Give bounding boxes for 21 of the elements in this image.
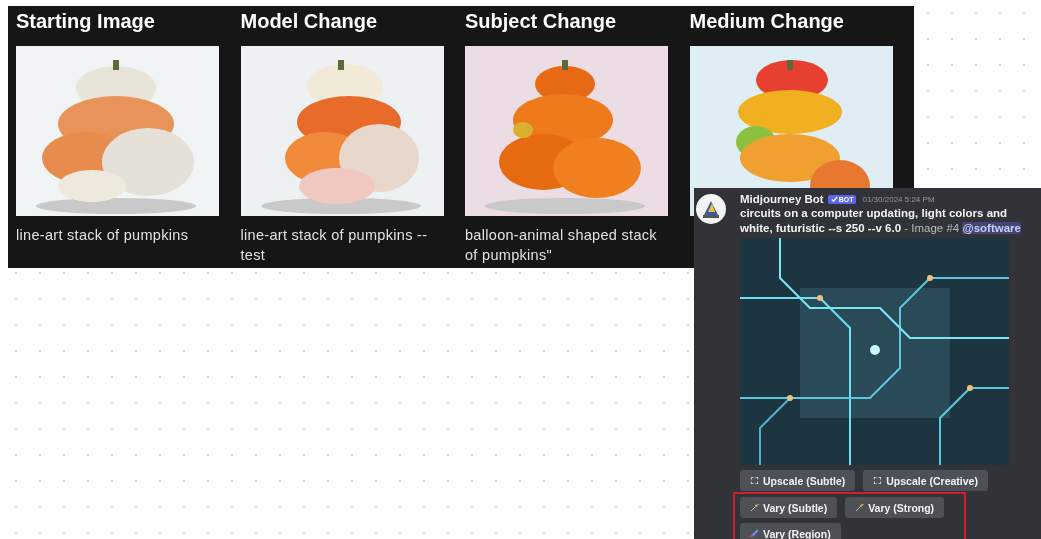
column-title: Subject Change xyxy=(465,10,618,34)
magic-wand-icon xyxy=(750,503,759,512)
action-button[interactable]: Vary (Strong) xyxy=(845,497,945,518)
image-caption: balloon-animal shaped stack of pumpkins" xyxy=(465,226,658,265)
brush-icon xyxy=(750,529,759,538)
expand-icon xyxy=(750,476,759,485)
column-title: Medium Change xyxy=(689,10,845,34)
action-button[interactable]: Upscale (Creative) xyxy=(863,470,988,491)
author-name[interactable]: Midjourney Bot xyxy=(740,193,824,205)
image-caption: line-art stack of pumpkins --test xyxy=(240,226,429,265)
action-button[interactable]: Vary (Subtle) xyxy=(740,497,838,518)
action-button[interactable]: Upscale (Subtle) xyxy=(740,470,856,491)
magic-wand-icon xyxy=(855,503,865,512)
message-text: circuits on a computer updating, light colors and white, futuristic --s 250 --v 6.0 - Image #4 @software xyxy=(740,206,1022,235)
action-button[interactable]: Vary (Region) xyxy=(740,523,841,539)
expand-icon xyxy=(873,476,883,485)
image-caption: line-art stack of pumpkins xyxy=(16,226,190,245)
timestamp: 01/30/2024 5:24 PM xyxy=(862,194,935,204)
column-title: Starting Image xyxy=(16,10,156,34)
column-title: Model Change xyxy=(240,10,379,34)
avatar-icon xyxy=(696,194,726,224)
